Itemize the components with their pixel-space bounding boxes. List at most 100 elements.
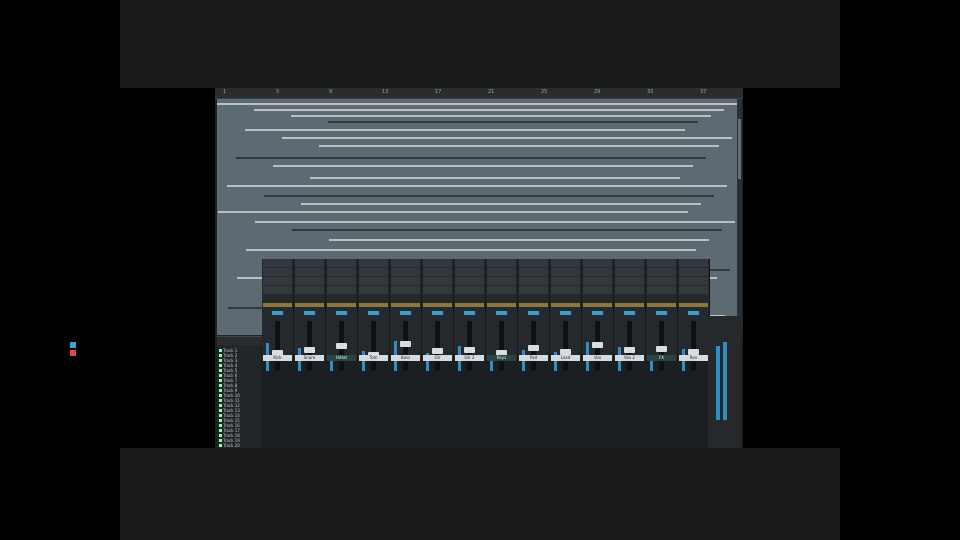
pan-control[interactable]: [464, 311, 475, 315]
pan-control[interactable]: [336, 311, 347, 315]
routing-slot[interactable]: [423, 277, 452, 285]
channel-name[interactable]: Keys: [487, 355, 516, 361]
routing-slot[interactable]: [327, 277, 356, 285]
pan-control[interactable]: [496, 311, 507, 315]
track-lane[interactable]: [328, 121, 698, 123]
track-lane[interactable]: [301, 203, 701, 205]
routing-slot[interactable]: [615, 286, 644, 294]
routing-slot[interactable]: [647, 286, 676, 294]
routing-slot[interactable]: [487, 259, 516, 267]
insert-slot[interactable]: [423, 303, 452, 307]
pan-control[interactable]: [688, 311, 699, 315]
routing-slot[interactable]: [615, 259, 644, 267]
fader-handle[interactable]: [464, 346, 475, 353]
routing-slot[interactable]: [423, 268, 452, 276]
fader-track[interactable]: [691, 321, 696, 371]
routing-slot[interactable]: [327, 286, 356, 294]
routing-slot[interactable]: [519, 286, 548, 294]
track-lane[interactable]: [217, 103, 737, 105]
fader-handle[interactable]: [304, 347, 315, 354]
routing-slot[interactable]: [487, 277, 516, 285]
routing-slot[interactable]: [327, 268, 356, 276]
pan-control[interactable]: [560, 311, 571, 315]
routing-slot[interactable]: [295, 277, 324, 285]
channel-name[interactable]: Rev: [679, 355, 708, 361]
vertical-scrollbar[interactable]: [737, 99, 742, 335]
track-lane[interactable]: [218, 211, 688, 213]
insert-slot[interactable]: [455, 303, 484, 307]
routing-slot[interactable]: [263, 268, 292, 276]
pan-control[interactable]: [400, 311, 411, 315]
scroll-thumb[interactable]: [738, 119, 741, 179]
fader-track[interactable]: [499, 321, 504, 371]
routing-slot[interactable]: [519, 277, 548, 285]
track-lane[interactable]: [254, 109, 724, 111]
pan-control[interactable]: [304, 311, 315, 315]
routing-slot[interactable]: [679, 268, 708, 276]
routing-slot[interactable]: [263, 286, 292, 294]
routing-slot[interactable]: [327, 259, 356, 267]
fader-track[interactable]: [435, 321, 440, 371]
channel-name[interactable]: HiHat: [327, 355, 356, 361]
pan-control[interactable]: [656, 311, 667, 315]
insert-slot[interactable]: [391, 303, 420, 307]
fader-track[interactable]: [563, 321, 568, 371]
routing-slot[interactable]: [583, 286, 612, 294]
routing-slot[interactable]: [455, 277, 484, 285]
routing-slot[interactable]: [263, 277, 292, 285]
routing-slot[interactable]: [647, 268, 676, 276]
insert-slot[interactable]: [487, 303, 516, 307]
insert-slot[interactable]: [519, 303, 548, 307]
track-lane[interactable]: [291, 115, 711, 117]
channel-name[interactable]: FX: [647, 355, 676, 361]
channel-name[interactable]: Vox: [583, 355, 612, 361]
routing-slot[interactable]: [455, 286, 484, 294]
channel-name[interactable]: Tom: [359, 355, 388, 361]
track-lane[interactable]: [273, 165, 693, 167]
routing-slot[interactable]: [391, 259, 420, 267]
routing-slot[interactable]: [583, 259, 612, 267]
channel-name[interactable]: Lead: [551, 355, 580, 361]
track-lane[interactable]: [255, 221, 735, 223]
pan-control[interactable]: [432, 311, 443, 315]
insert-slot[interactable]: [551, 303, 580, 307]
routing-slot[interactable]: [295, 286, 324, 294]
track-lane[interactable]: [292, 229, 722, 231]
track-lane[interactable]: [329, 239, 709, 241]
routing-slot[interactable]: [391, 268, 420, 276]
routing-slot[interactable]: [391, 277, 420, 285]
routing-slot[interactable]: [583, 268, 612, 276]
insert-slot[interactable]: [679, 303, 708, 307]
fader-handle[interactable]: [592, 342, 603, 349]
routing-slot[interactable]: [615, 277, 644, 285]
routing-slot[interactable]: [519, 259, 548, 267]
pan-control[interactable]: [368, 311, 379, 315]
routing-slot[interactable]: [359, 259, 388, 267]
fader-handle[interactable]: [624, 347, 635, 354]
routing-slot[interactable]: [551, 259, 580, 267]
fader-handle[interactable]: [336, 343, 347, 349]
routing-slot[interactable]: [647, 259, 676, 267]
track-lane[interactable]: [310, 177, 680, 179]
channel-name[interactable]: Bass: [391, 355, 420, 361]
fader-handle[interactable]: [528, 345, 539, 352]
routing-slot[interactable]: [295, 259, 324, 267]
insert-slot[interactable]: [327, 303, 356, 307]
fader-handle[interactable]: [432, 348, 443, 355]
routing-slot[interactable]: [615, 268, 644, 276]
routing-slot[interactable]: [487, 286, 516, 294]
fader-track[interactable]: [307, 321, 312, 371]
timeline-ruler[interactable]: 1 5 9 13 17 21 25 29 33 37: [215, 88, 743, 99]
channel-name[interactable]: Vox 2: [615, 355, 644, 361]
pan-control[interactable]: [624, 311, 635, 315]
fader-handle[interactable]: [400, 340, 411, 347]
routing-slot[interactable]: [679, 277, 708, 285]
pan-control[interactable]: [272, 311, 283, 315]
insert-slot[interactable]: [295, 303, 324, 307]
fader-handle[interactable]: [656, 345, 667, 352]
routing-slot[interactable]: [551, 268, 580, 276]
pan-control[interactable]: [528, 311, 539, 315]
routing-slot[interactable]: [263, 259, 292, 267]
track-lane[interactable]: [246, 249, 696, 251]
routing-slot[interactable]: [487, 268, 516, 276]
